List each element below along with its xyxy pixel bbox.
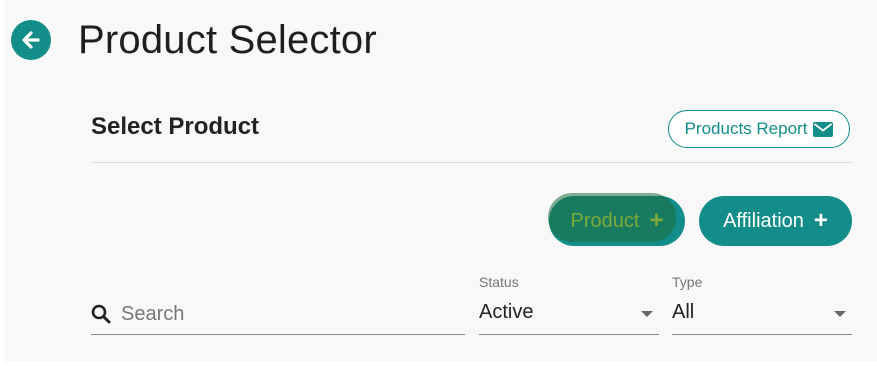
page-title: Product Selector xyxy=(78,18,377,62)
back-button[interactable] xyxy=(11,20,51,60)
type-select[interactable]: All xyxy=(672,290,852,335)
arrow-left-icon xyxy=(22,31,40,49)
products-report-button[interactable]: Products Report xyxy=(668,110,850,148)
add-product-label: Product xyxy=(570,209,640,232)
envelope-icon xyxy=(813,121,834,137)
caret-down-icon xyxy=(834,311,846,317)
plus-icon: + xyxy=(813,207,828,234)
search-icon xyxy=(91,304,111,324)
status-selected-value: Active xyxy=(479,301,534,323)
add-product-button[interactable]: Product + xyxy=(549,196,685,246)
add-affiliation-label: Affiliation xyxy=(723,209,804,232)
section-title: Select Product xyxy=(91,113,260,140)
products-report-label: Products Report xyxy=(684,119,808,138)
status-select[interactable]: Active xyxy=(479,290,659,335)
search-field[interactable] xyxy=(91,290,465,335)
section-divider xyxy=(91,162,853,163)
search-input[interactable] xyxy=(121,300,451,328)
plus-icon: + xyxy=(649,207,664,234)
add-affiliation-button[interactable]: Affiliation + xyxy=(699,196,852,246)
type-selected-value: All xyxy=(672,301,695,323)
status-label: Status xyxy=(479,274,519,290)
type-label: Type xyxy=(672,274,703,290)
caret-down-icon xyxy=(641,311,653,317)
